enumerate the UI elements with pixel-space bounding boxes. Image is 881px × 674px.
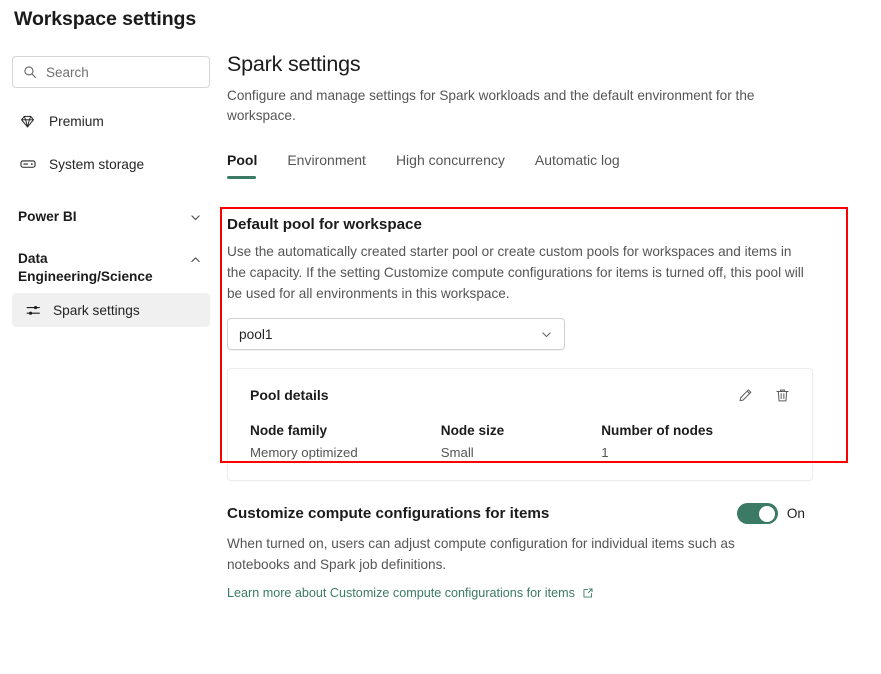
main-content: Spark settings Configure and manage sett… bbox=[227, 52, 867, 179]
trash-delete-icon[interactable] bbox=[772, 385, 792, 405]
sidebar-item-label: Spark settings bbox=[53, 303, 140, 318]
sidebar-group-data-engineering-science[interactable]: Data Engineering/Science bbox=[12, 245, 210, 291]
external-link-icon bbox=[582, 587, 595, 600]
column-label: Node size bbox=[441, 423, 601, 438]
customize-compute-description: When turned on, users can adjust compute… bbox=[227, 533, 747, 575]
sidebar-group-label: Data Engineering/Science bbox=[18, 250, 158, 286]
pool-details-card: Pool details bbox=[227, 368, 813, 481]
page-title: Workspace settings bbox=[14, 8, 196, 31]
sidebar-item-label: Premium bbox=[49, 114, 104, 129]
default-pool-heading: Default pool for workspace bbox=[227, 216, 837, 233]
chevron-down-icon bbox=[188, 210, 202, 224]
search-icon bbox=[23, 65, 37, 79]
pool-details-title: Pool details bbox=[250, 387, 329, 403]
pool-detail-node-family: Node family Memory optimized bbox=[250, 423, 441, 460]
tab-automatic-log[interactable]: Automatic log bbox=[535, 152, 634, 179]
sidebar-item-spark-settings[interactable]: Spark settings bbox=[12, 293, 210, 327]
pool-select[interactable]: pool1 bbox=[227, 318, 565, 350]
main-subtitle: Configure and manage settings for Spark … bbox=[227, 86, 775, 126]
sidebar-group-power-bi[interactable]: Power BI bbox=[12, 203, 210, 231]
pool-details-actions bbox=[735, 385, 792, 405]
sidebar-group-label: Power BI bbox=[18, 208, 77, 226]
settings-sidebar: Premium System storage Power BI Data Eng… bbox=[0, 50, 220, 327]
customize-compute-header: Customize compute configurations for ite… bbox=[227, 503, 847, 524]
system-storage-icon bbox=[18, 155, 37, 174]
column-value: Memory optimized bbox=[250, 445, 441, 460]
column-label: Node family bbox=[250, 423, 441, 438]
column-value: 1 bbox=[601, 445, 792, 460]
customize-compute-heading: Customize compute configurations for ite… bbox=[227, 505, 737, 522]
column-value: Small bbox=[441, 445, 601, 460]
pool-detail-node-size: Node size Small bbox=[441, 423, 601, 460]
pool-details-grid: Node family Memory optimized Node size S… bbox=[250, 423, 792, 460]
toggle-state-label: On bbox=[787, 506, 805, 521]
pool-select-value: pool1 bbox=[239, 327, 539, 342]
sidebar-nav-list: Premium System storage Power BI Data Eng… bbox=[0, 104, 220, 327]
search-input[interactable] bbox=[46, 65, 199, 80]
pool-detail-number-of-nodes: Number of nodes 1 bbox=[601, 423, 792, 460]
default-pool-section: Default pool for workspace Use the autom… bbox=[227, 216, 837, 481]
premium-diamond-icon bbox=[18, 112, 37, 131]
customize-compute-section: Customize compute configurations for ite… bbox=[227, 503, 847, 602]
sidebar-item-label: System storage bbox=[49, 157, 144, 172]
learn-more-link[interactable]: Learn more about Customize compute confi… bbox=[227, 586, 595, 600]
chevron-down-icon bbox=[539, 327, 553, 341]
settings-tabs: Pool Environment High concurrency Automa… bbox=[227, 152, 867, 179]
chevron-up-icon bbox=[188, 252, 202, 266]
tab-environment[interactable]: Environment bbox=[287, 152, 380, 179]
sliders-settings-icon bbox=[24, 301, 42, 319]
sidebar-item-system-storage[interactable]: System storage bbox=[12, 147, 210, 181]
main-title: Spark settings bbox=[227, 52, 867, 77]
search-box[interactable] bbox=[12, 56, 210, 88]
customize-compute-toggle[interactable] bbox=[737, 503, 778, 524]
toggle-knob bbox=[759, 506, 775, 522]
default-pool-description: Use the automatically created starter po… bbox=[227, 241, 805, 304]
learn-more-label: Learn more about Customize compute confi… bbox=[227, 586, 575, 600]
tab-high-concurrency[interactable]: High concurrency bbox=[396, 152, 519, 179]
sidebar-item-premium[interactable]: Premium bbox=[12, 104, 210, 138]
customize-compute-toggle-wrap: On bbox=[737, 503, 805, 524]
tab-pool[interactable]: Pool bbox=[227, 152, 271, 179]
pencil-edit-icon[interactable] bbox=[735, 385, 755, 405]
column-label: Number of nodes bbox=[601, 423, 792, 438]
pool-details-header: Pool details bbox=[250, 385, 792, 405]
